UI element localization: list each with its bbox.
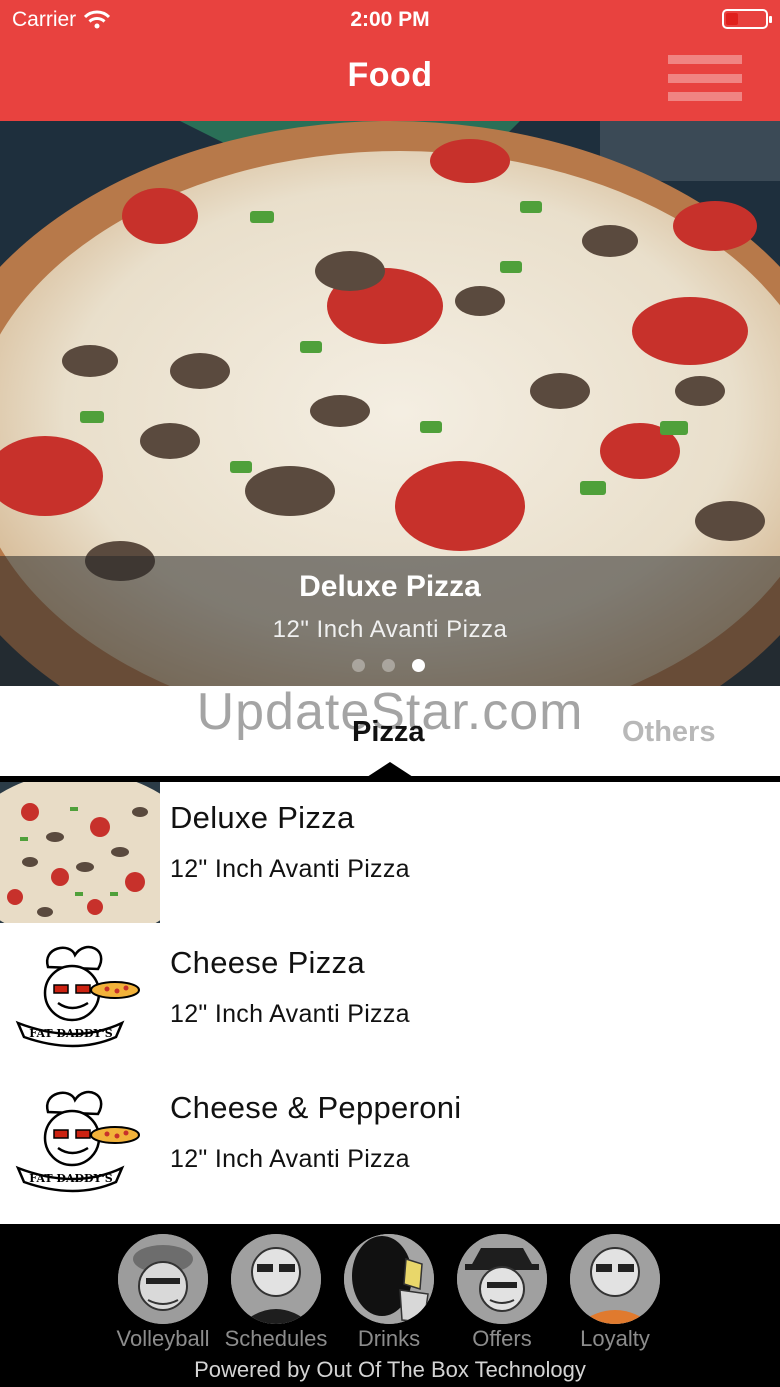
hero-subtitle: 12" Inch Avanti Pizza xyxy=(272,616,508,643)
page-dot[interactable] xyxy=(352,659,365,672)
nav-volleyball[interactable]: Volleyball xyxy=(103,1234,223,1354)
pizza-photo xyxy=(0,782,160,923)
powered-by-footer: Powered by Out Of The Box Technology xyxy=(194,1357,586,1382)
item-thumbnail: FAT DADDY'S xyxy=(0,1072,160,1213)
hamburger-menu-icon[interactable] xyxy=(668,55,742,101)
offers-avatar-icon xyxy=(457,1234,547,1324)
hero-carousel[interactable]: Deluxe Pizza 12" Inch Avanti Pizza xyxy=(0,121,780,686)
battery-icon xyxy=(722,9,772,29)
list-item[interactable]: FAT DADDY'S Cheese & Pepperoni 12" Inch … xyxy=(0,1072,780,1217)
logo-text: FAT DADDY'S xyxy=(29,1027,112,1040)
drinks-avatar-icon xyxy=(344,1234,434,1324)
logo-text: FAT DADDY'S xyxy=(29,1172,112,1185)
list-item[interactable]: Deluxe Pizza 12" Inch Avanti Pizza xyxy=(0,782,780,927)
list-item[interactable]: FAT DADDY'S Cheese Pizza 12" Inch Avanti… xyxy=(0,927,780,1072)
tab-pizza[interactable]: Pizza xyxy=(352,716,425,749)
hero-caption: Deluxe Pizza 12" Inch Avanti Pizza xyxy=(0,556,780,686)
item-thumbnail xyxy=(0,782,160,923)
category-tabs: UpdateStar.com Pizza Others xyxy=(0,683,780,782)
page-title: Food xyxy=(347,56,433,94)
item-thumbnail: FAT DADDY'S xyxy=(0,927,160,1068)
loyalty-avatar-icon xyxy=(570,1234,660,1324)
item-description: 12" Inch Avanti Pizza xyxy=(170,1000,410,1028)
nav-loyalty[interactable]: Loyalty xyxy=(555,1234,675,1354)
nav-drinks[interactable]: Drinks xyxy=(329,1234,449,1354)
nav-schedules[interactable]: Schedules xyxy=(216,1234,336,1354)
item-name: Deluxe Pizza xyxy=(170,800,355,835)
item-name: Cheese & Pepperoni xyxy=(170,1090,462,1125)
hero-title: Deluxe Pizza xyxy=(299,570,481,603)
item-description: 12" Inch Avanti Pizza xyxy=(170,1145,410,1173)
item-description: 12" Inch Avanti Pizza xyxy=(170,855,410,883)
page-indicator[interactable] xyxy=(352,659,425,672)
page-dot[interactable] xyxy=(382,659,395,672)
tab-others[interactable]: Others xyxy=(622,716,715,749)
fat-daddys-logo: FAT DADDY'S xyxy=(0,927,160,1068)
active-tab-indicator xyxy=(367,762,413,777)
header-bar: Carrier 2:00 PM Food xyxy=(0,0,780,121)
status-bar: Carrier 2:00 PM xyxy=(0,0,780,40)
volleyball-avatar-icon xyxy=(118,1234,208,1324)
bottom-nav-bar: Volleyball Schedules Drinks Offers Loyal… xyxy=(0,1224,780,1387)
nav-offers[interactable]: Offers xyxy=(442,1234,562,1354)
schedules-avatar-icon xyxy=(231,1234,321,1324)
page-dot-active[interactable] xyxy=(412,659,425,672)
fat-daddys-logo: FAT DADDY'S xyxy=(0,1072,160,1213)
nav-label: Loyalty xyxy=(580,1326,650,1351)
status-time: 2:00 PM xyxy=(350,8,430,31)
item-name: Cheese Pizza xyxy=(170,945,365,980)
food-list: Deluxe Pizza 12" Inch Avanti Pizza FAT D… xyxy=(0,782,780,1217)
